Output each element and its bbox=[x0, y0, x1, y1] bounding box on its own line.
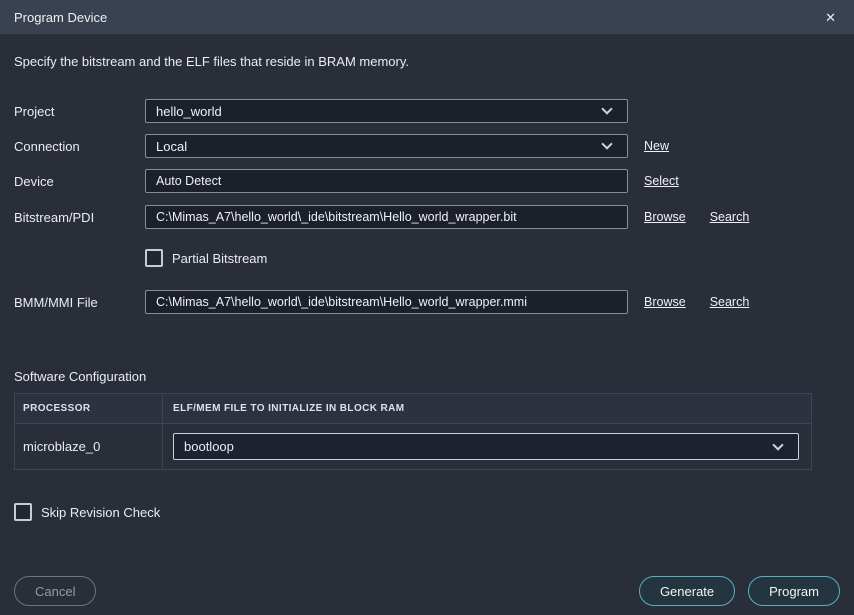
chevron-down-icon bbox=[772, 438, 784, 451]
bitstream-row: Bitstream/PDI Browse Search bbox=[14, 205, 840, 229]
device-label: Device bbox=[14, 173, 54, 189]
dialog-footer: Cancel Generate Program bbox=[14, 576, 840, 606]
new-connection-link[interactable]: New bbox=[644, 139, 669, 153]
project-label: Project bbox=[14, 103, 55, 119]
partial-bitstream-checkbox[interactable] bbox=[145, 249, 163, 267]
bmm-label: BMM/MMI File bbox=[14, 294, 98, 310]
partial-bitstream-label: Partial Bitstream bbox=[172, 250, 268, 266]
bitstream-label: Bitstream/PDI bbox=[14, 209, 95, 225]
chevron-down-icon bbox=[601, 103, 613, 115]
software-configuration-heading: Software Configuration bbox=[14, 369, 147, 384]
bmm-search-link[interactable]: Search bbox=[710, 295, 750, 309]
elf-file-column-header: ELF/MEM FILE TO INITIALIZE IN BLOCK RAM bbox=[162, 393, 812, 424]
program-button[interactable]: Program bbox=[748, 576, 840, 606]
connection-label: Connection bbox=[14, 138, 80, 154]
software-configuration-table: PROCESSOR ELF/MEM FILE TO INITIALIZE IN … bbox=[14, 393, 812, 470]
dialog-body: Specify the bitstream and the ELF files … bbox=[0, 34, 854, 615]
dialog-titlebar: Program Device ✕ bbox=[0, 0, 854, 34]
program-device-dialog: Program Device ✕ Specify the bitstream a… bbox=[0, 0, 854, 615]
elf-file-select-value: bootloop bbox=[184, 439, 234, 454]
connection-row: Connection Local New bbox=[14, 134, 840, 158]
project-select[interactable]: hello_world bbox=[145, 99, 628, 123]
skip-revision-label: Skip Revision Check bbox=[41, 504, 161, 520]
processor-cell: microblaze_0 bbox=[14, 423, 163, 470]
elf-file-cell: bootloop bbox=[162, 423, 812, 470]
select-device-link[interactable]: Select bbox=[644, 174, 679, 188]
skip-revision-checkbox[interactable] bbox=[14, 503, 32, 521]
partial-bitstream-row: Partial Bitstream bbox=[145, 249, 840, 267]
table-header-row: PROCESSOR ELF/MEM FILE TO INITIALIZE IN … bbox=[14, 393, 812, 424]
chevron-down-icon bbox=[601, 138, 613, 150]
device-input[interactable] bbox=[145, 169, 628, 193]
cancel-button[interactable]: Cancel bbox=[14, 576, 97, 606]
dialog-title: Program Device bbox=[14, 9, 108, 25]
elf-file-select[interactable]: bootloop bbox=[173, 433, 799, 460]
bitstream-browse-link[interactable]: Browse bbox=[644, 210, 686, 224]
connection-select-value: Local bbox=[156, 138, 188, 154]
bmm-row: BMM/MMI File Browse Search bbox=[14, 290, 840, 314]
project-select-value: hello_world bbox=[156, 103, 222, 119]
bmm-browse-link[interactable]: Browse bbox=[644, 295, 686, 309]
dialog-description: Specify the bitstream and the ELF files … bbox=[14, 54, 409, 69]
connection-select[interactable]: Local bbox=[145, 134, 628, 158]
project-row: Project hello_world bbox=[14, 99, 840, 123]
table-row: microblaze_0 bootloop bbox=[14, 423, 812, 470]
bitstream-path-input[interactable] bbox=[145, 205, 628, 229]
processor-column-header: PROCESSOR bbox=[14, 393, 163, 424]
close-icon[interactable]: ✕ bbox=[825, 11, 836, 24]
bmm-path-input[interactable] bbox=[145, 290, 628, 314]
bitstream-search-link[interactable]: Search bbox=[710, 210, 750, 224]
device-row: Device Select bbox=[14, 169, 840, 193]
generate-button[interactable]: Generate bbox=[638, 576, 736, 606]
skip-revision-row: Skip Revision Check bbox=[14, 503, 840, 521]
